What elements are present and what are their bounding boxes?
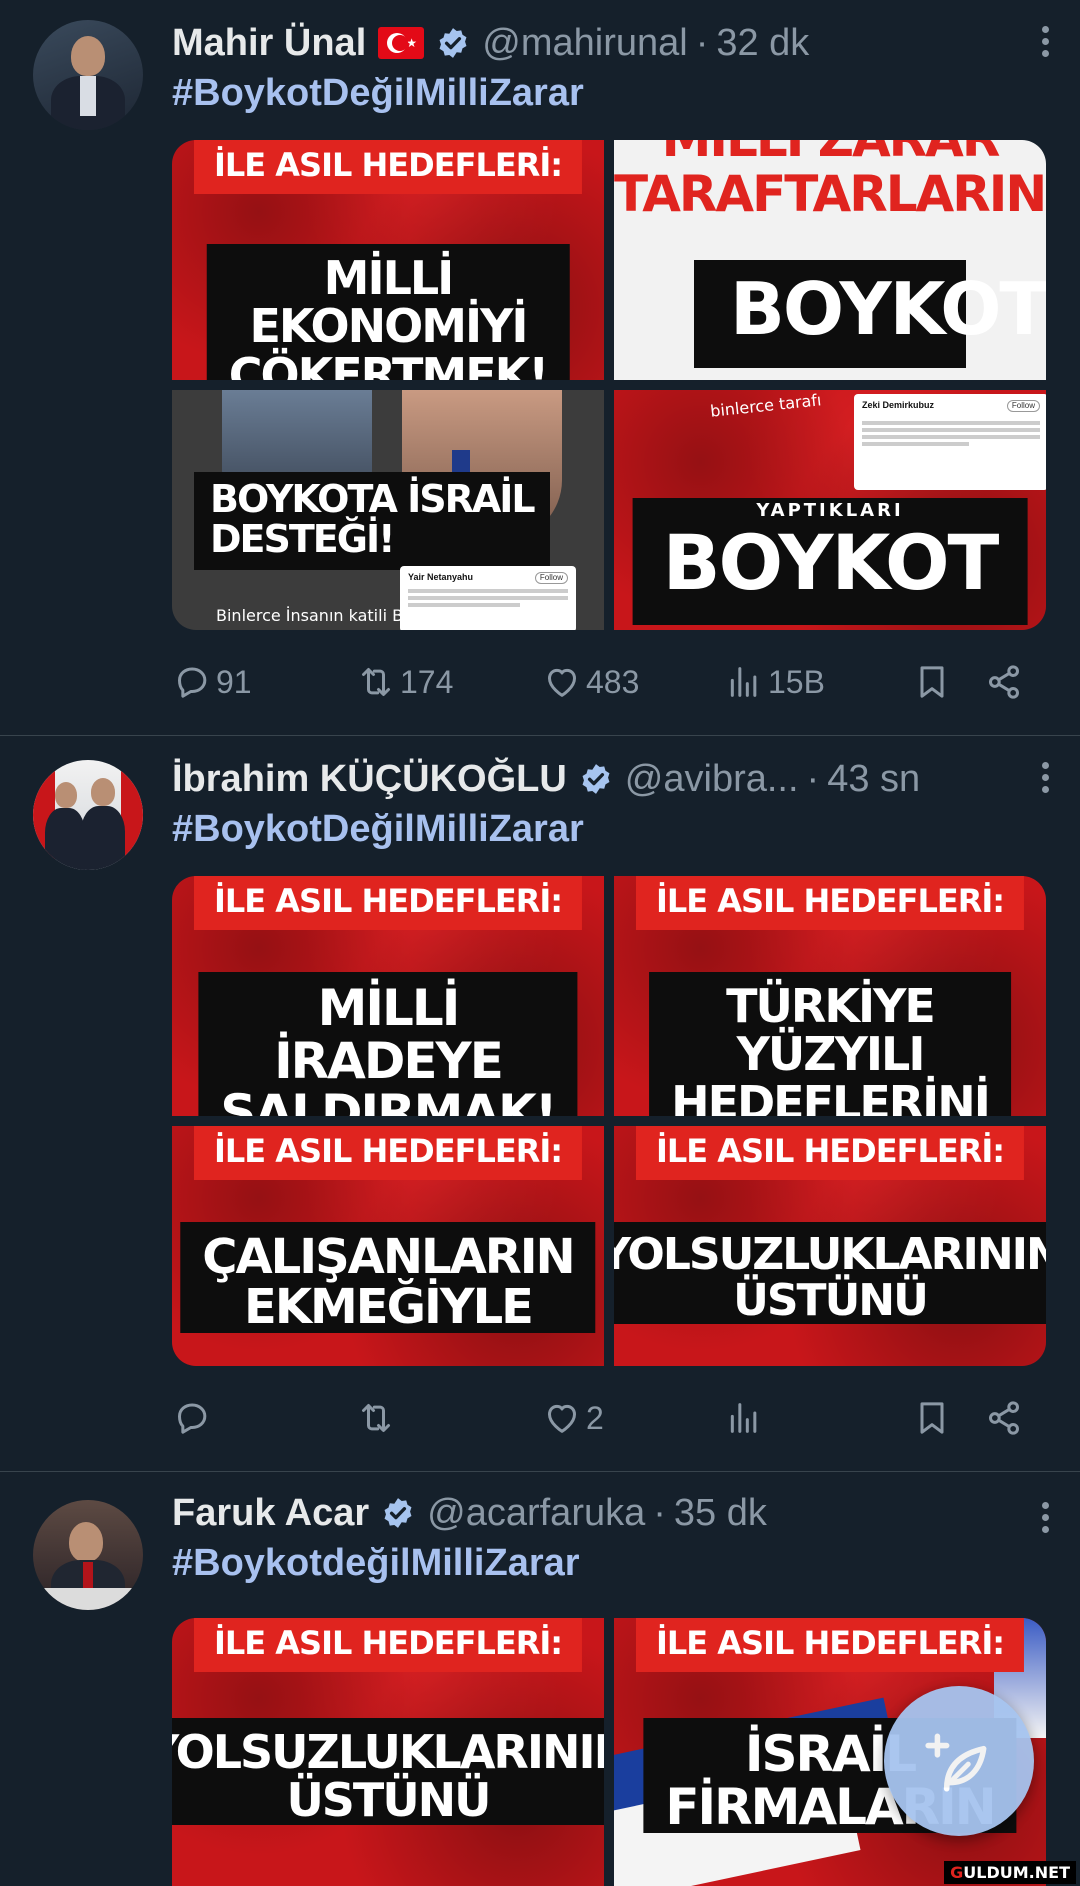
verified-badge-icon <box>384 1498 412 1528</box>
like-button[interactable]: 2 <box>542 1396 604 1440</box>
hashtag-link[interactable]: #BoykotdeğilMilliZarar <box>172 1542 580 1585</box>
embedded-tweet-name: Zeki Demirkubuz <box>862 400 935 410</box>
poster-headline: BOYKOTA İSRAİL DESTEĞİ! <box>194 472 550 570</box>
tweet[interactable]: Mahir Ünal ★ @mahirunal · 32 dk #BoykotD… <box>0 0 1080 736</box>
media-image[interactable]: İLE ASIL HEDEFLERİ: MİLLİ İRADEYE SALDIR… <box>172 876 604 1116</box>
poster-tag: İLE ASIL HEDEFLERİ: <box>635 1126 1025 1180</box>
views-chart-icon <box>730 667 757 697</box>
poster-headline: TÜRKİYE YÜZYILI HEDEFLERİNİ <box>649 972 1011 1116</box>
hashtag-link[interactable]: #BoykotDeğilMilliZarar <box>172 808 584 851</box>
tweet-header: Faruk Acar @acarfaruka · 35 dk <box>172 1488 1010 1538</box>
verified-badge-icon <box>582 764 610 794</box>
tweet-actions: 2 <box>172 1396 1032 1440</box>
like-count: 2 <box>586 1399 604 1436</box>
more-options-icon[interactable] <box>1040 26 1050 62</box>
tweet-header: İbrahim KÜÇÜKOĞLU @avibra... · 43 sn <box>172 754 1010 804</box>
tweet-time[interactable]: 35 dk <box>674 1492 767 1535</box>
bookmark-icon <box>920 1402 944 1434</box>
bookmark-button[interactable] <box>912 660 952 704</box>
poster-headline: MİLLİ EKONOMİYİ ÇÖKERTMEK! <box>206 244 570 380</box>
tweet[interactable]: İbrahim KÜÇÜKOĞLU @avibra... · 43 sn #Bo… <box>0 736 1080 1472</box>
tweet-time[interactable]: 32 dk <box>716 22 809 65</box>
author-name[interactable]: Mahir Ünal <box>172 22 366 65</box>
avatar[interactable] <box>33 20 143 130</box>
poster-tag: İLE ASIL HEDEFLERİ: <box>635 1618 1025 1672</box>
separator-dot: · <box>653 1491 666 1534</box>
embedded-tweet-card: Zeki Demirkubuz Follow <box>854 394 1046 490</box>
retweet-button[interactable] <box>356 1396 400 1440</box>
poster-headline: MİLLİ İRADEYE SALDIRMAK! <box>198 972 578 1116</box>
poster-tag: İLE ASIL HEDEFLERİ: <box>635 876 1025 930</box>
embedded-follow-button: Follow <box>534 572 568 584</box>
avatar[interactable] <box>33 1500 143 1610</box>
media-image[interactable]: MİLLİ ZARAR TARAFTARLARINI BOYKOT <box>614 140 1046 380</box>
separator-dot: · <box>695 21 709 64</box>
poster-headline: ÇALIŞANLARIN EKMEĞİYLE <box>180 1222 596 1333</box>
poster-headline-text: BOYKOT <box>662 517 1000 607</box>
views-button[interactable]: 15B <box>724 660 825 704</box>
turkey-flag-emoji: ★ <box>378 27 425 59</box>
media-image[interactable]: İLE ASIL HEDEFLERİ: TÜRKİYE YÜZYILI HEDE… <box>614 876 1046 1116</box>
media-grid: İLE ASIL HEDEFLERİ: MİLLİ EKONOMİYİ ÇÖKE… <box>172 140 1046 630</box>
media-image[interactable]: BOYKOTA İSRAİL DESTEĞİ! Binlerce İnsanın… <box>172 390 604 630</box>
tweet-actions: 91 174 483 15B <box>172 660 1032 704</box>
reply-icon <box>178 1403 207 1434</box>
media-grid: İLE ASIL HEDEFLERİ: MİLLİ İRADEYE SALDIR… <box>172 876 1046 1366</box>
heart-icon <box>548 668 576 697</box>
embedded-tweet-name: Yair Netanyahu <box>408 572 474 582</box>
views-button[interactable] <box>724 1396 768 1440</box>
heart-icon <box>548 1404 576 1433</box>
media-image[interactable]: İLE ASIL HEDEFLERİ: YOLSUZLUKLARININ ÜST… <box>172 1618 604 1886</box>
poster-headline: YOLSUZLUKLARININ ÜSTÜNÜ <box>172 1718 604 1825</box>
reply-count: 91 <box>216 663 252 700</box>
verified-badge-icon <box>439 28 467 58</box>
views-count: 15B <box>768 663 825 700</box>
embedded-tweet-card: Yair Netanyahu Follow <box>400 566 576 630</box>
reply-button[interactable] <box>172 1396 216 1440</box>
media-image[interactable]: binlerce tarafı Zeki Demirkubuz Follow Y… <box>614 390 1046 630</box>
media-image[interactable]: İLE ASIL HEDEFLERİ: ÇALIŞANLARIN EKMEĞİY… <box>172 1126 604 1366</box>
like-count: 483 <box>586 663 640 700</box>
retweet-icon <box>362 668 390 696</box>
tweet-header: Mahir Ünal ★ @mahirunal · 32 dk <box>172 18 1010 68</box>
media-image[interactable]: İLE ASIL HEDEFLERİ: YOLSUZLUKLARININ ÜST… <box>614 1126 1046 1366</box>
author-handle[interactable]: @avibra... <box>625 758 799 801</box>
poster-tag: İLE ASIL HEDEFLERİ: <box>193 1126 583 1180</box>
media-image[interactable]: İLE ASIL HEDEFLERİ: MİLLİ EKONOMİYİ ÇÖKE… <box>172 140 604 380</box>
reply-icon <box>178 667 207 698</box>
poster-tag: İLE ASIL HEDEFLERİ: <box>193 140 583 194</box>
poster-top-text: MİLLİ ZARAR TARAFTARLARINI <box>614 140 1046 223</box>
poster-tag: İLE ASIL HEDEFLERİ: <box>193 1618 583 1672</box>
reply-button[interactable]: 91 <box>172 660 252 704</box>
compose-tweet-button[interactable] <box>884 1686 1034 1836</box>
views-chart-icon <box>730 1403 757 1433</box>
share-icon <box>989 1401 1019 1435</box>
share-icon <box>989 665 1019 699</box>
tweet-time[interactable]: 43 sn <box>827 758 920 801</box>
poster-headline: YOLSUZLUKLARININ ÜSTÜNÜ <box>614 1222 1046 1325</box>
more-options-icon[interactable] <box>1040 762 1050 798</box>
author-name[interactable]: Faruk Acar <box>172 1492 369 1535</box>
compose-feather-plus-icon <box>925 1733 987 1792</box>
like-button[interactable]: 483 <box>542 660 639 704</box>
poster-headline: BOYKOT <box>694 260 1046 368</box>
bookmark-button[interactable] <box>912 1396 952 1440</box>
poster-tag: İLE ASIL HEDEFLERİ: <box>193 876 583 930</box>
site-watermark: GULDUM.NET <box>944 1861 1076 1884</box>
retweet-button[interactable]: 174 <box>356 660 453 704</box>
bookmark-icon <box>920 666 944 698</box>
author-handle[interactable]: @mahirunal <box>482 22 687 65</box>
embedded-follow-button: Follow <box>1006 400 1040 412</box>
retweet-count: 174 <box>400 663 454 700</box>
retweet-icon <box>362 1404 390 1432</box>
separator-dot: · <box>806 757 820 800</box>
avatar[interactable] <box>33 760 143 870</box>
more-options-icon[interactable] <box>1040 1502 1050 1538</box>
share-button[interactable] <box>984 660 1024 704</box>
hashtag-link[interactable]: #BoykotDeğilMilliZarar <box>172 72 584 115</box>
author-name[interactable]: İbrahim KÜÇÜKOĞLU <box>172 758 567 801</box>
share-button[interactable] <box>984 1396 1024 1440</box>
poster-headline: YAPTIKLARI BOYKOT <box>632 498 1028 625</box>
author-handle[interactable]: @acarfaruka <box>427 1492 645 1535</box>
